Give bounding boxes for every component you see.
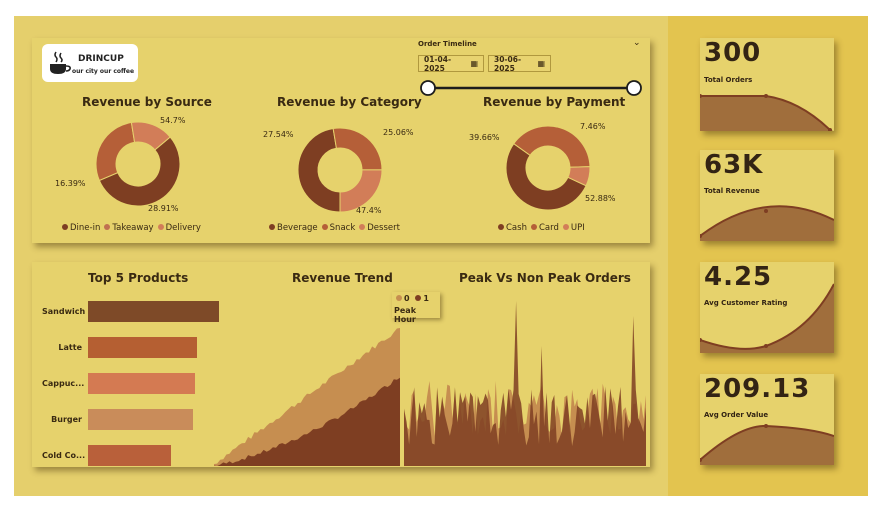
top-products-title: Top 5 Products bbox=[88, 271, 189, 285]
revenue-by-category-legend: Beverage Snack Dessert bbox=[269, 223, 400, 233]
total-revenue-value: 63K bbox=[704, 150, 764, 180]
calendar-icon[interactable]: ▦ bbox=[537, 59, 545, 68]
kpi-card-total-revenue: 63K Total Revenue bbox=[700, 150, 834, 241]
legend-item-upi[interactable]: UPI bbox=[562, 223, 585, 233]
category-label-beverage: 47.4% bbox=[356, 206, 382, 215]
kpi-card-avg-rating: 4.25 Avg Customer Rating bbox=[700, 262, 834, 353]
payment-label-cash: 52.88% bbox=[585, 194, 616, 203]
product-bar[interactable] bbox=[88, 301, 219, 322]
donut-slice-beverage[interactable] bbox=[297, 127, 341, 213]
peak-hour-legend: 0 1 Peak Hour bbox=[392, 292, 440, 324]
chevron-down-icon[interactable]: ⌄ bbox=[633, 38, 641, 48]
calendar-icon[interactable]: ▦ bbox=[470, 59, 478, 68]
product-bar[interactable] bbox=[88, 337, 197, 358]
legend-item-dine-in[interactable]: Dine-in bbox=[62, 223, 100, 233]
avg-rating-sparkline bbox=[700, 283, 834, 353]
legend-item-snack[interactable]: Snack bbox=[321, 223, 355, 233]
product-bar[interactable] bbox=[88, 373, 196, 394]
peak-area-1 bbox=[404, 301, 646, 466]
peak-hour-legend-title: Peak Hour bbox=[394, 306, 417, 324]
legend-item-takeaway[interactable]: Takeaway bbox=[104, 223, 154, 233]
slider-handle-end[interactable] bbox=[626, 80, 642, 96]
total-revenue-sparkline bbox=[700, 205, 834, 241]
order-timeline-title: Order Timeline bbox=[418, 40, 477, 48]
source-label-takeaway: 28.91% bbox=[148, 204, 179, 213]
slider-handle-start[interactable] bbox=[420, 80, 436, 96]
category-label-dessert: 25.06% bbox=[383, 128, 414, 137]
product-bar[interactable] bbox=[88, 445, 171, 466]
start-date-input[interactable]: 01-04-2025 ▦ bbox=[418, 54, 484, 73]
legend-item-delivery[interactable]: Delivery bbox=[157, 223, 201, 233]
legend-item-1[interactable]: 1 bbox=[415, 294, 429, 303]
product-label: Cold Co... bbox=[42, 451, 86, 460]
end-date-value: 30-06-2025 bbox=[494, 54, 522, 73]
avg-order-value-label: Avg Order Value bbox=[704, 411, 769, 419]
total-orders-label: Total Orders bbox=[704, 76, 753, 84]
coffee-cup-icon bbox=[50, 51, 71, 74]
revenue-by-source-legend: Dine-in Takeaway Delivery bbox=[62, 223, 201, 233]
revenue-trend-title: Revenue Trend bbox=[292, 271, 393, 285]
total-revenue-label: Total Revenue bbox=[704, 187, 760, 195]
donut-slice-takeaway[interactable] bbox=[95, 121, 136, 182]
brand-tagline: our city our coffee bbox=[72, 68, 135, 75]
source-label-delivery: 16.39% bbox=[55, 179, 86, 188]
total-orders-value: 300 bbox=[704, 38, 762, 68]
revenue-by-source-donut[interactable] bbox=[92, 118, 184, 210]
legend-item-cash[interactable]: Cash bbox=[498, 223, 527, 233]
revenue-by-payment-donut[interactable] bbox=[502, 122, 594, 214]
avg-order-value-sparkline bbox=[700, 424, 834, 465]
product-label: Latte bbox=[58, 343, 82, 352]
legend-item-beverage[interactable]: Beverage bbox=[269, 223, 318, 233]
revenue-by-source-title: Revenue by Source bbox=[82, 95, 212, 109]
source-label-dine-in: 54.7% bbox=[160, 116, 186, 125]
product-label: Sandwich bbox=[42, 307, 86, 316]
brand-name: DRINCUP bbox=[78, 54, 124, 64]
revenue-by-category-title: Revenue by Category bbox=[277, 95, 422, 109]
kpi-card-avg-order-value: 209.13 Avg Order Value bbox=[700, 374, 834, 465]
legend-item-card[interactable]: Card bbox=[530, 223, 559, 233]
revenue-by-category-donut[interactable] bbox=[294, 124, 386, 216]
payment-label-card: 39.66% bbox=[469, 133, 500, 142]
payment-label-upi: 7.46% bbox=[580, 122, 606, 131]
donut-slice-snack[interactable] bbox=[332, 127, 383, 171]
peak-chart-title: Peak Vs Non Peak Orders bbox=[459, 271, 631, 285]
revenue-trend-chart[interactable] bbox=[214, 326, 400, 466]
kpi-card-total-orders: 300 Total Orders bbox=[700, 38, 834, 131]
total-orders-sparkline bbox=[700, 94, 834, 131]
brand-logo: DRINCUP our city our coffee bbox=[42, 44, 138, 82]
product-bar[interactable] bbox=[88, 409, 193, 430]
revenue-by-payment-legend: Cash Card UPI bbox=[498, 223, 585, 233]
end-date-input[interactable]: 30-06-2025 ▦ bbox=[488, 54, 551, 73]
product-label: Cappuc... bbox=[42, 379, 85, 388]
category-label-snack: 27.54% bbox=[263, 130, 294, 139]
revenue-by-payment-title: Revenue by Payment bbox=[483, 95, 626, 109]
peak-vs-nonpeak-chart[interactable] bbox=[404, 298, 646, 466]
legend-item-dessert[interactable]: Dessert bbox=[359, 223, 400, 233]
product-label: Burger bbox=[51, 415, 82, 424]
legend-item-0[interactable]: 0 bbox=[396, 294, 410, 303]
avg-order-value: 209.13 bbox=[704, 374, 811, 404]
start-date-value: 01-04-2025 bbox=[424, 54, 452, 73]
